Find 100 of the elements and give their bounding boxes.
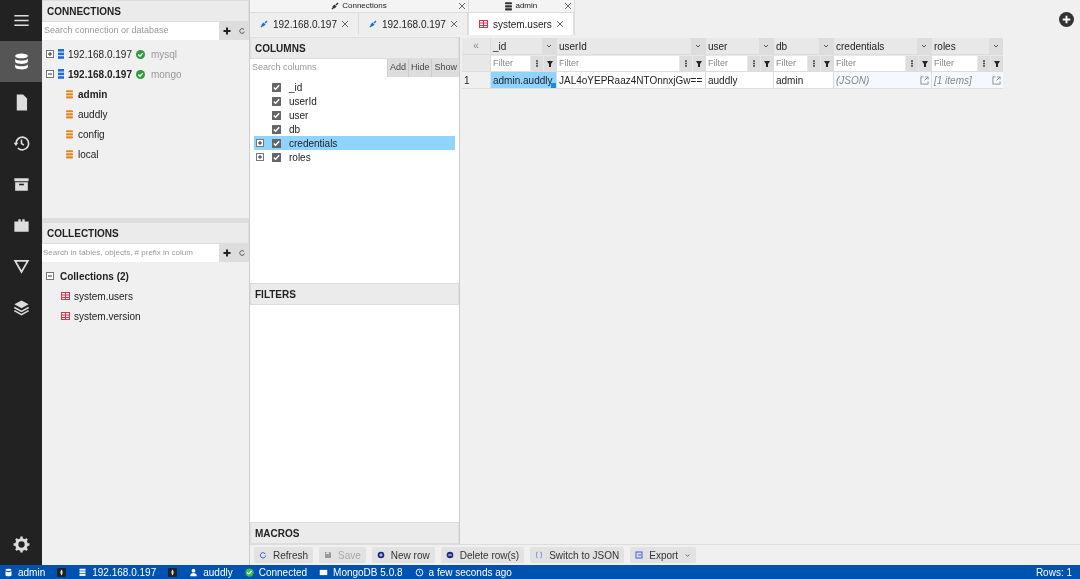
filter-field[interactable]: Filter xyxy=(834,55,905,71)
table-cell[interactable]: [1 items] xyxy=(931,72,1003,88)
filter-field[interactable]: Filter xyxy=(557,55,679,71)
toolbar-button[interactable]: Delete row(s) xyxy=(440,547,525,563)
caret-icon xyxy=(684,551,692,559)
filter-icon[interactable] xyxy=(11,257,31,276)
column-row[interactable]: db xyxy=(254,122,455,136)
options-icon[interactable] xyxy=(748,55,760,71)
toolbar-button[interactable]: Refresh xyxy=(254,547,313,563)
filter-field[interactable]: Filter xyxy=(932,55,977,71)
column-header[interactable]: roles xyxy=(932,38,989,54)
expand-icon[interactable] xyxy=(256,139,264,147)
refresh-icon xyxy=(259,551,267,559)
table-cell[interactable]: auddly xyxy=(705,72,773,88)
collapse-icon[interactable] xyxy=(46,272,54,280)
column-header[interactable]: user xyxy=(706,38,759,54)
table-cell[interactable]: admin.auddly xyxy=(490,72,556,88)
plug-icon xyxy=(368,20,377,28)
search-field[interactable]: Search connection or database xyxy=(42,22,219,40)
collection-name[interactable]: system.version xyxy=(74,308,141,324)
panel-header: MACROS xyxy=(250,522,459,544)
checkbox[interactable] xyxy=(272,138,281,148)
database-name[interactable]: config xyxy=(78,126,105,142)
table-cell[interactable]: (JSON) xyxy=(833,72,931,88)
toolbar-button[interactable]: Switch to JSON xyxy=(530,547,625,563)
filter-icon[interactable] xyxy=(544,55,556,71)
filter-icon[interactable] xyxy=(693,55,705,71)
search-field[interactable]: Search in tables, objects, # prefix in colum xyxy=(42,244,219,262)
search-field[interactable]: Search columns xyxy=(250,59,387,77)
expand-icon[interactable] xyxy=(256,153,264,161)
column-header[interactable]: db xyxy=(774,38,819,54)
toolbar-button[interactable]: New row xyxy=(371,547,435,563)
expand-icon[interactable] xyxy=(46,50,54,58)
history-icon[interactable] xyxy=(11,134,31,153)
checkbox[interactable] xyxy=(272,152,281,162)
collapse-icon[interactable] xyxy=(46,70,54,78)
filter-field[interactable]: Filter xyxy=(491,55,530,71)
settings-icon[interactable] xyxy=(11,535,31,554)
filter-icon[interactable] xyxy=(919,55,931,71)
column-row[interactable]: roles xyxy=(254,150,455,164)
options-icon[interactable] xyxy=(680,55,692,71)
close-icon[interactable] xyxy=(458,3,465,9)
open-icon[interactable] xyxy=(992,75,1001,85)
checkbox[interactable] xyxy=(272,82,281,92)
add-icon[interactable] xyxy=(1059,12,1074,27)
filter-icon[interactable] xyxy=(991,55,1003,71)
layers-icon[interactable] xyxy=(11,298,31,317)
panel-button[interactable]: Hide xyxy=(407,59,432,77)
close-icon[interactable] xyxy=(556,21,563,27)
connection-name[interactable]: 192.168.0.197 xyxy=(68,66,132,82)
close-icon[interactable] xyxy=(341,21,348,27)
refresh-icon xyxy=(238,27,246,35)
panel-button[interactable]: Show xyxy=(431,59,459,77)
column-row[interactable]: credentials xyxy=(254,136,455,150)
column-row[interactable]: _id xyxy=(254,80,455,94)
status-text: Connected xyxy=(258,565,308,579)
add-button[interactable] xyxy=(219,244,235,262)
checkbox[interactable] xyxy=(272,96,281,106)
filter-icon[interactable] xyxy=(761,55,773,71)
check-icon xyxy=(135,49,145,59)
column-row[interactable]: user xyxy=(254,108,455,122)
database-name[interactable]: admin xyxy=(78,86,108,102)
database-name[interactable]: auddly xyxy=(78,106,108,122)
group-label[interactable]: Collections (2) xyxy=(60,268,129,284)
close-icon[interactable] xyxy=(450,21,457,27)
tab[interactable]: system.users xyxy=(468,13,574,35)
checkbox[interactable] xyxy=(272,124,281,134)
panel-header: COLLECTIONS xyxy=(42,222,249,244)
collection-name[interactable]: system.users xyxy=(74,288,133,304)
database-name[interactable]: local xyxy=(78,146,99,162)
panel-button[interactable]: Add xyxy=(386,59,408,77)
save-icon xyxy=(324,551,332,559)
archive-icon[interactable] xyxy=(11,175,31,194)
close-icon[interactable] xyxy=(564,3,571,9)
fill-handle[interactable] xyxy=(551,83,556,88)
column-header[interactable]: userId xyxy=(557,38,691,54)
briefcase-icon[interactable] xyxy=(11,216,31,235)
row-count: Rows: 1 xyxy=(1035,565,1073,579)
column-row[interactable]: userId xyxy=(254,94,455,108)
column-header[interactable]: credentials xyxy=(834,38,917,54)
open-icon[interactable] xyxy=(920,75,929,85)
filter-icon[interactable] xyxy=(821,55,833,71)
table-cell[interactable]: JAL4oYEPRaaz4NTOnnxjGw== xyxy=(556,72,705,88)
braces-icon xyxy=(535,551,544,559)
toolbar-button[interactable]: Export xyxy=(630,547,697,563)
plus-icon xyxy=(376,551,385,559)
status-text: auddly xyxy=(203,565,233,579)
leaf-icon xyxy=(168,567,178,577)
checkbox[interactable] xyxy=(272,110,281,120)
filter-field[interactable]: Filter xyxy=(774,55,807,71)
filter-field[interactable]: Filter xyxy=(706,55,747,71)
add-button[interactable] xyxy=(219,22,235,40)
options-icon[interactable] xyxy=(808,55,820,71)
options-icon[interactable] xyxy=(906,55,918,71)
connection-name[interactable]: 192.168.0.197 xyxy=(68,46,132,62)
options-icon[interactable] xyxy=(978,55,990,71)
database-icon xyxy=(505,1,513,11)
column-header[interactable]: _id xyxy=(491,38,542,54)
options-icon[interactable] xyxy=(531,55,543,71)
status-text: a few seconds ago xyxy=(428,565,512,579)
